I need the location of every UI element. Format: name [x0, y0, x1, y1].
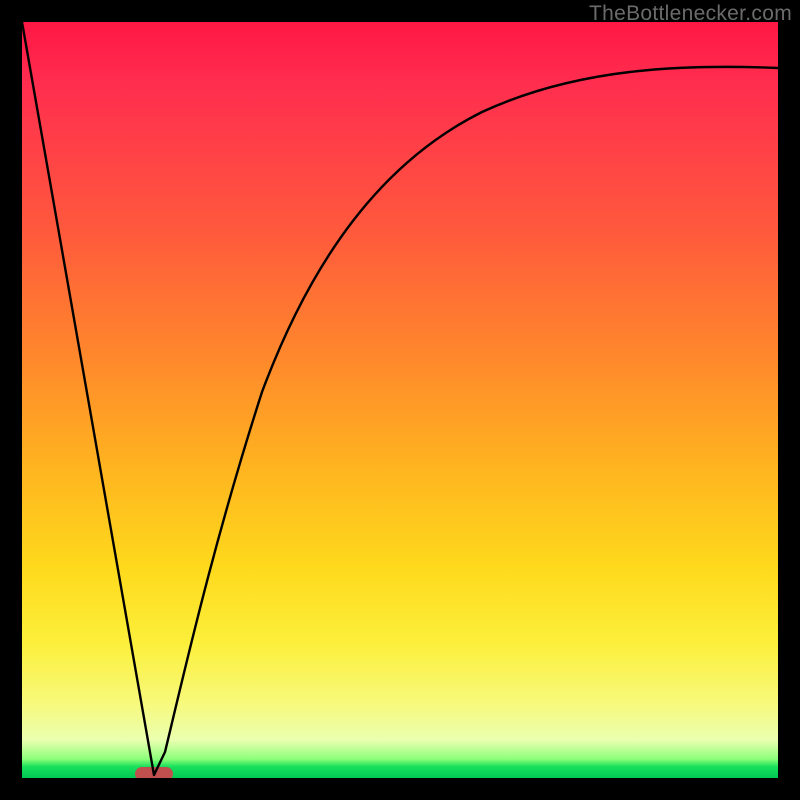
plot-area [22, 22, 778, 778]
bottleneck-curve [22, 22, 778, 778]
watermark-text: TheBottlenecker.com [589, 2, 792, 26]
chart-frame: TheBottlenecker.com [0, 0, 800, 800]
curve-path [22, 22, 778, 775]
